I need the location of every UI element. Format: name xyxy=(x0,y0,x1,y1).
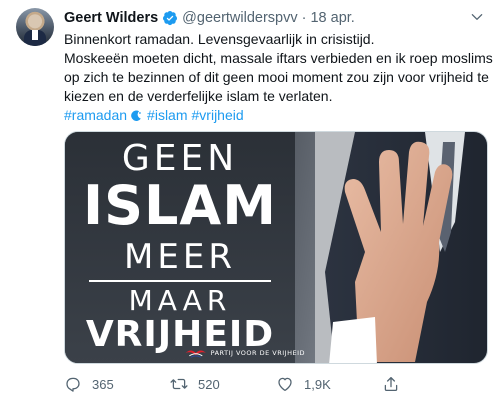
author-name[interactable]: Geert Wilders xyxy=(64,10,158,26)
avatar[interactable] xyxy=(16,8,54,46)
author-handle[interactable]: @geertwilderspvv xyxy=(182,10,297,26)
pvv-logo: PARTIJ VOOR DE VRIJHEID xyxy=(185,342,305,363)
like-button[interactable]: 1,9K xyxy=(276,375,331,393)
reply-button[interactable]: 365 xyxy=(64,375,114,393)
poster-line-maar: MAAR xyxy=(128,284,232,317)
avatar-shirt xyxy=(32,30,38,40)
retweet-button[interactable]: 520 xyxy=(170,375,220,393)
tweet-header: Geert Wilders @geertwilderspvv · 18 apr. xyxy=(64,9,355,27)
tweet-actions: 365 520 1,9K xyxy=(64,373,488,395)
poster-divider xyxy=(89,280,271,282)
hashtag-islam[interactable]: #islam xyxy=(147,106,187,125)
poster-line-meer: MEER xyxy=(124,237,236,277)
hashtag-ramadan[interactable]: #ramadan xyxy=(64,106,127,125)
poster-line-islam: ISLAM xyxy=(83,174,277,237)
raised-hand-photo xyxy=(315,132,487,363)
hashtags: #ramadan #islam #vrijheid xyxy=(64,106,244,125)
retweet-count: 520 xyxy=(198,376,220,392)
reply-icon xyxy=(66,377,80,392)
poster-line-geen: GEEN xyxy=(121,138,239,179)
crescent-moon-icon xyxy=(129,109,143,123)
heart-icon xyxy=(278,377,292,392)
tweet-date[interactable]: 18 apr. xyxy=(310,10,354,26)
tweet-text-line: Binnenkort ramadan. Levensgevaarlijk in … xyxy=(64,31,375,47)
tweet-media-image[interactable]: GEEN ISLAM MEER MAAR VRIJHEID PARTIJ VOO… xyxy=(64,131,488,364)
header-separator: · xyxy=(301,10,307,26)
reply-count: 365 xyxy=(92,376,114,392)
like-count: 1,9K xyxy=(304,376,331,392)
retweet-icon xyxy=(170,378,188,390)
tweet-text-line: Moskeeën moeten dicht, massale iftars ve… xyxy=(64,50,493,104)
share-icon xyxy=(384,376,398,392)
hashtag-vrijheid[interactable]: #vrijheid xyxy=(192,106,244,125)
tweet-text: Binnenkort ramadan. Levensgevaarlijk in … xyxy=(64,30,494,106)
chevron-down-icon[interactable] xyxy=(470,10,484,24)
share-button[interactable] xyxy=(382,375,410,393)
verified-badge-icon xyxy=(162,10,178,26)
pvv-seagull-icon xyxy=(185,350,206,358)
pvv-logo-text: PARTIJ VOOR DE VRIJHEID xyxy=(210,349,305,357)
tweet[interactable]: Geert Wilders @geertwilderspvv · 18 apr.… xyxy=(0,0,500,402)
